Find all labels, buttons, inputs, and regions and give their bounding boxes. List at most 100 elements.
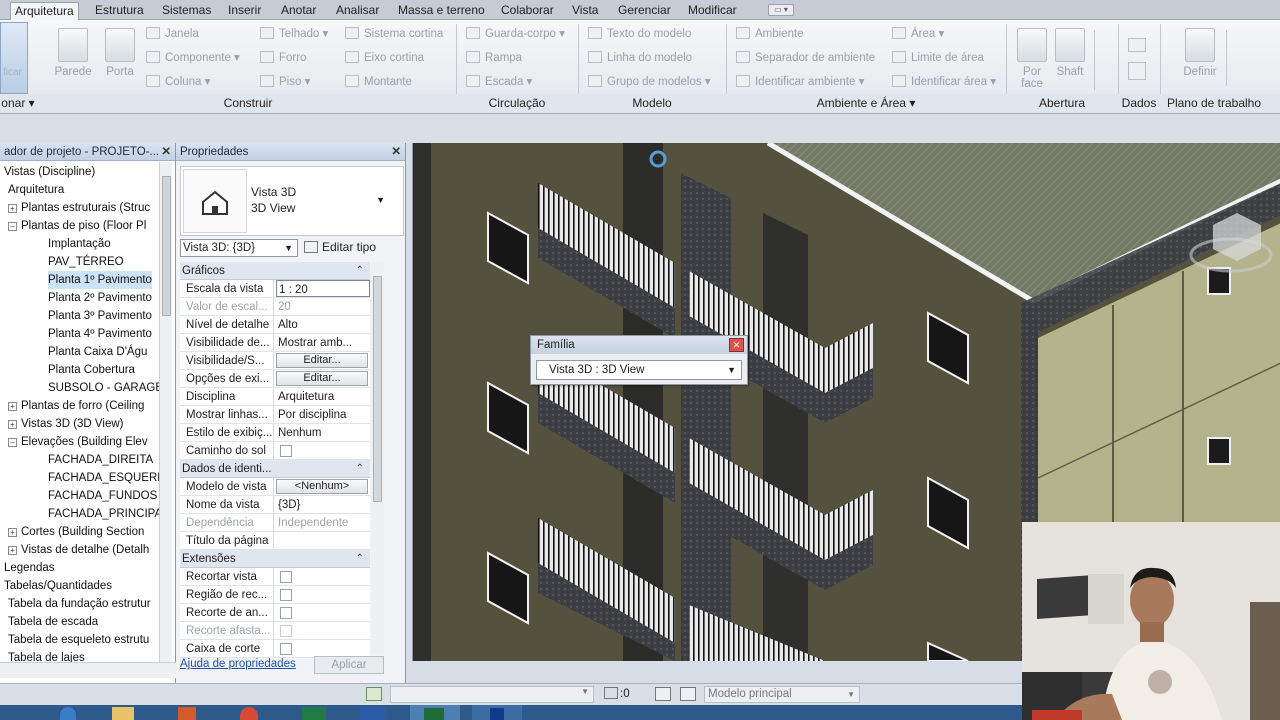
eixo-cortina-button[interactable]: Eixo cortina [345, 50, 424, 66]
property-edit-button[interactable]: <Nenhum> [276, 479, 368, 494]
property-input[interactable]: 1 : 20 [276, 280, 370, 297]
tree-item[interactable]: Tabelas/Quantidades [4, 577, 112, 595]
separador-ambiente-button[interactable]: Separador de ambiente [736, 50, 875, 66]
property-checkbox[interactable] [280, 589, 292, 601]
expand-icon[interactable]: + [8, 204, 17, 213]
guarda-corpo-button[interactable]: Guarda-corpo ▾ [466, 26, 565, 42]
tree-item[interactable]: + Vistas de detalhe (Detalh [8, 541, 149, 559]
tab-estrutura[interactable]: Estrutura [95, 2, 144, 20]
property-value[interactable]: Nenhum [276, 424, 370, 441]
tree-item[interactable]: + Plantas de forro (Ceiling [8, 397, 144, 415]
properties-help-link[interactable]: Ajuda de propriedades [180, 658, 296, 670]
tree-item[interactable]: Arquitetura [8, 181, 64, 199]
family-select[interactable]: Vista 3D : 3D View ▼ [536, 360, 742, 380]
excel-taskbar-icon[interactable] [302, 707, 326, 720]
tree-item[interactable]: PAV_TÉRREO [48, 253, 124, 271]
tree-item[interactable]: Tabela de escada [8, 613, 98, 631]
tree-item[interactable]: Planta 3º Pavimento [48, 307, 152, 325]
ribbon-options-icon[interactable]: ▭ ▾ [768, 4, 794, 16]
tab-inserir[interactable]: Inserir [228, 2, 261, 20]
app-taskbar-icon[interactable] [178, 707, 196, 720]
collapse-icon[interactable]: ⌃ [356, 262, 364, 280]
tree-item[interactable]: FACHADA_DIREITA [48, 451, 153, 469]
tree-item[interactable]: SUBSOLO - GARAGE [48, 379, 163, 397]
view-instance-select[interactable]: Vista 3D: {3D} ▼ [180, 239, 298, 257]
design-options-icon[interactable] [655, 687, 671, 701]
tree-item[interactable]: Implantação [48, 235, 111, 253]
tree-item[interactable]: FACHADA_PRINCIPA [48, 505, 162, 523]
texto-modelo-button[interactable]: Texto do modelo [588, 26, 691, 42]
tree-item[interactable]: FACHADA_ESQUERD [48, 469, 166, 487]
coluna-button[interactable]: Coluna ▾ [146, 74, 210, 90]
expand-icon[interactable]: + [8, 420, 17, 429]
tree-item[interactable]: Planta Caixa D'Águ [48, 343, 147, 361]
identificar-area-button[interactable]: Identificar área ▾ [892, 74, 996, 90]
property-checkbox[interactable] [280, 571, 292, 583]
expand-icon[interactable]: + [8, 528, 17, 537]
edit-type-button[interactable]: Editar tipo [304, 239, 376, 257]
tab-gerenciar[interactable]: Gerenciar [618, 2, 671, 20]
piso-button[interactable]: Piso ▾ [260, 74, 310, 90]
collapse-icon[interactable]: – [8, 222, 17, 231]
forro-button[interactable]: Forro [260, 50, 306, 66]
property-value[interactable]: Alto [276, 316, 370, 333]
chrome-taskbar-icon[interactable] [240, 707, 258, 720]
close-icon[interactable]: ✕ [391, 143, 401, 161]
grid-icon[interactable] [1128, 62, 1146, 80]
tab-sistemas[interactable]: Sistemas [162, 2, 211, 20]
chevron-down-icon[interactable]: ▼ [376, 195, 385, 205]
identificar-ambiente-button[interactable]: Identificar ambiente ▾ [736, 74, 864, 90]
property-section-graficos[interactable]: Gráficos ⌃ [180, 262, 370, 280]
rampa-button[interactable]: Rampa [466, 50, 522, 66]
worksets-icon[interactable] [366, 687, 382, 701]
tab-arquitetura[interactable]: Arquitetura [10, 2, 79, 20]
shaft-button[interactable]: Shaft [1052, 28, 1088, 78]
janela-button[interactable]: Janela [146, 26, 199, 42]
property-checkbox[interactable] [280, 607, 292, 619]
design-option-select[interactable]: Modelo principal ▼ [704, 686, 860, 703]
tab-analisar[interactable]: Analisar [336, 2, 379, 20]
telhado-button[interactable]: Telhado ▾ [260, 26, 328, 42]
tree-item[interactable]: Tabela da fundação estrutur [8, 595, 151, 613]
property-edit-button[interactable]: Editar... [276, 371, 368, 386]
chevron-down-icon[interactable]: ▼ [727, 361, 736, 379]
apply-button[interactable]: Aplicar [314, 656, 384, 674]
property-checkbox[interactable] [280, 643, 292, 655]
close-icon[interactable]: ✕ [729, 338, 744, 352]
property-section-extensoes[interactable]: Extensões ⌃ [180, 550, 370, 568]
tree-item[interactable]: Planta 4º Pavimento [48, 325, 152, 343]
property-checkbox[interactable] [280, 445, 292, 457]
group-ambiente[interactable]: Ambiente e Área ▾ [726, 94, 1006, 112]
collapse-icon[interactable]: ⌃ [356, 550, 364, 568]
componente-button[interactable]: Componente ▾ [146, 50, 240, 66]
grupo-modelos-button[interactable]: Grupo de modelos ▾ [588, 74, 711, 90]
active-only-icon[interactable] [680, 687, 696, 701]
tab-colaborar[interactable]: Colaborar [501, 2, 554, 20]
scroll-thumb[interactable] [162, 176, 171, 316]
workset-select[interactable]: ▼ [390, 686, 594, 703]
expand-icon[interactable]: + [8, 546, 17, 555]
property-value[interactable]: {3D} [276, 496, 370, 513]
tree-item[interactable]: FACHADA_FUNDOS [48, 487, 157, 505]
tab-massa-terreno[interactable]: Massa e terreno [398, 2, 485, 20]
tree-item[interactable]: + Vistas 3D (3D View) [8, 415, 123, 433]
ambiente-button[interactable]: Ambiente [736, 26, 804, 42]
tree-item[interactable]: Planta 2º Pavimento [48, 289, 152, 307]
tree-item[interactable]: – Plantas de piso (Floor Pl [8, 217, 146, 235]
parede-button[interactable]: Parede [52, 28, 94, 78]
porta-button[interactable]: Porta [102, 28, 138, 78]
property-value[interactable]: Por disciplina [276, 406, 370, 423]
property-value[interactable]: Arquitetura [276, 388, 370, 405]
property-section-identidade[interactable]: Dados de identi... ⌃ [180, 460, 370, 478]
editing-requests[interactable]: :0 [604, 687, 630, 700]
expand-icon[interactable]: + [8, 402, 17, 411]
tab-vista[interactable]: Vista [572, 2, 598, 20]
tree-item[interactable]: Tabela de esqueleto estrutu [8, 631, 149, 649]
property-checkbox[interactable] [280, 625, 292, 637]
tab-anotar[interactable]: Anotar [281, 2, 316, 20]
scroll-thumb[interactable] [373, 276, 382, 502]
montante-button[interactable]: Montante [345, 74, 412, 90]
sistema-cortina-button[interactable]: Sistema cortina [345, 26, 443, 42]
word-taskbar-icon[interactable] [360, 707, 386, 720]
property-value[interactable]: Mostrar amb... [276, 334, 370, 351]
